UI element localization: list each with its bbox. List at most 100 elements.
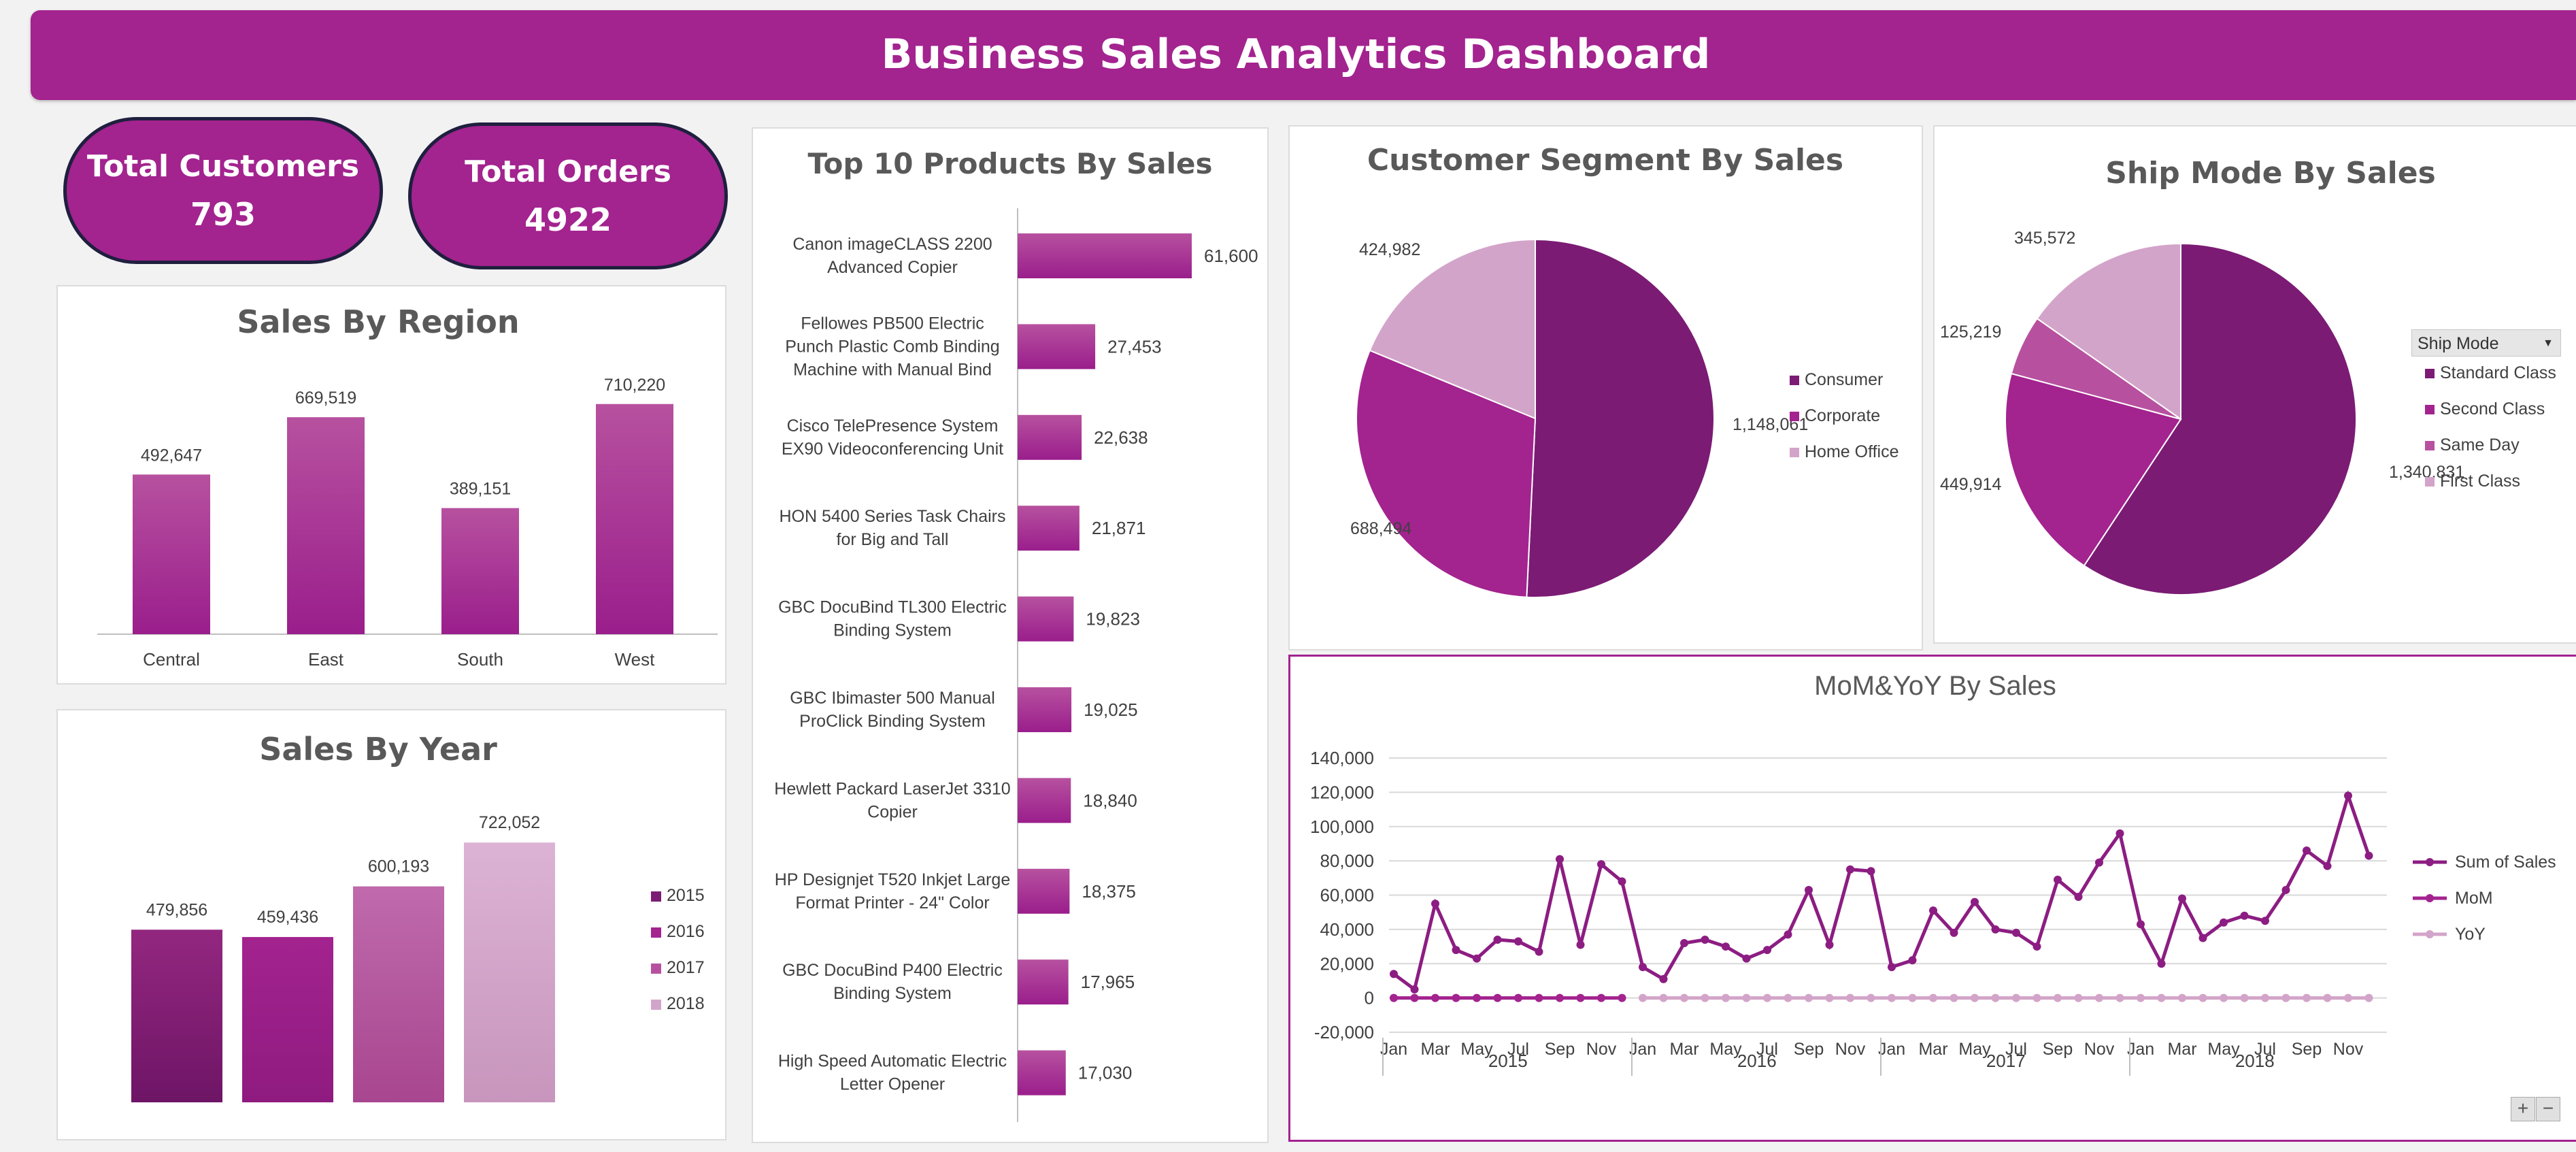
series-point — [1618, 993, 1626, 1002]
series-point — [1867, 867, 1875, 876]
legend-swatch — [1790, 376, 1799, 385]
tick-label-line: HON 5400 Series Task Chairs — [779, 507, 1005, 526]
series-point — [1431, 993, 1439, 1002]
series-point — [1452, 993, 1460, 1002]
kpi-label: Total Orders — [465, 154, 671, 189]
products-chart-panel[interactable]: Top 10 Products By Sales 61,600 Canon imag… — [752, 127, 1269, 1143]
data-label: 449,914 — [1940, 475, 2001, 494]
series-point — [2281, 993, 2290, 1002]
data-label: 19,025 — [1084, 700, 1138, 720]
dropdown-arrow-icon: ▼ — [2543, 338, 2554, 349]
ship-mode-filter-button[interactable]: Ship Mode ▼ — [2411, 329, 2561, 357]
shipmode-chart-panel[interactable]: 1,340,831 449,914 125,219 345,572 Standard C… — [1933, 125, 2576, 644]
tick-label: GBC DocuBind TL300 Electric Binding Syste… — [778, 598, 1007, 640]
y-tick-label: 0 — [1365, 988, 1374, 1008]
bar — [353, 886, 444, 1102]
legend-swatch — [651, 1000, 661, 1010]
data-label: 18,375 — [1082, 881, 1136, 902]
data-label: 600,193 — [368, 857, 429, 876]
tick-label-line: GBC DocuBind TL300 Electric — [778, 598, 1007, 617]
year-chart-panel[interactable]: Sales By Year 479,856 459,436 600,193 722,05… — [56, 709, 726, 1140]
tick-label-line: for Big and Tall — [837, 530, 949, 549]
year-bar-chart: Sales By Year 479,856 459,436 600,193 722,05… — [131, 731, 705, 1102]
tick-label-line: Format Printer - 24" Color — [795, 893, 989, 912]
legend-swatch — [1790, 412, 1799, 421]
bar — [131, 929, 222, 1102]
data-label: 17,965 — [1081, 972, 1135, 992]
series-line — [1392, 790, 2371, 993]
bar — [1018, 506, 1080, 551]
region-chart-panel[interactable]: Sales By Region 492,647 Central 669,519 East… — [56, 285, 726, 685]
legend-label: Sum of Sales — [2455, 853, 2556, 872]
tick-label: East — [308, 649, 344, 670]
series-point — [1431, 900, 1439, 908]
series-point — [1452, 946, 1460, 955]
legend-swatch — [2425, 477, 2435, 487]
series-point — [1556, 993, 1564, 1002]
data-label: 125,219 — [1940, 323, 2001, 342]
year-label: 2017 — [1986, 1051, 2026, 1071]
legend-label: 2016 — [667, 922, 705, 941]
zoom-in-button[interactable]: + — [2511, 1097, 2535, 1121]
series-point — [1763, 993, 1771, 1002]
bar — [1018, 687, 1072, 732]
tick-label: High Speed Automatic Electric Letter Open… — [778, 1052, 1007, 1094]
bar — [1018, 596, 1074, 642]
series-point — [1597, 993, 1605, 1002]
legend-label: Second Class — [2440, 399, 2545, 418]
tick-label-line: Punch Plastic Comb Binding — [785, 337, 999, 356]
tick-label: Hewlett Packard LaserJet 3310 Copier — [774, 779, 1010, 821]
kpi-value: 793 — [190, 196, 256, 233]
bar — [1018, 959, 1069, 1005]
tick-label: GBC DocuBind P400 Electric Binding System — [782, 961, 1003, 1003]
series-point — [1742, 954, 1751, 963]
series-point — [1535, 993, 1543, 1002]
zoom-out-button[interactable]: − — [2536, 1097, 2560, 1121]
series-point — [1867, 993, 1875, 1002]
y-tick-label: 140,000 — [1310, 748, 1374, 768]
series-point — [2033, 942, 2041, 951]
series-point — [2261, 993, 2269, 1002]
series-point — [1929, 906, 1937, 915]
series-point — [1805, 993, 1813, 1002]
series-point — [2137, 920, 2145, 929]
bar — [596, 404, 673, 634]
legend-label: Consumer — [1805, 370, 1883, 389]
dashboard-title: Business Sales Analytics Dashboard — [881, 31, 1711, 78]
legend-label: MoM — [2455, 889, 2493, 908]
series-point — [1908, 956, 1917, 965]
year-label: 2018 — [2235, 1051, 2275, 1071]
data-label: 61,600 — [1204, 246, 1258, 266]
kpi-value: 4922 — [524, 201, 612, 238]
series-point — [2220, 993, 2228, 1002]
series-point — [1618, 877, 1626, 886]
series-point — [2261, 917, 2269, 925]
x-tick-label: Sep — [1794, 1040, 1824, 1059]
trend-chart-panel[interactable]: MoM&YoY By Sales 140,000 120,000 100,000 80,… — [1288, 655, 2576, 1142]
series-point — [1535, 947, 1543, 956]
year-label: 2015 — [1488, 1051, 1528, 1071]
chart-title: Sales By Year — [259, 731, 497, 768]
data-label: 27,453 — [1107, 336, 1162, 357]
series-point — [2095, 993, 2103, 1002]
data-label: 19,823 — [1086, 609, 1140, 629]
x-tick-label: Nov — [1835, 1040, 1866, 1059]
series-point — [1784, 993, 1792, 1002]
pie-slice — [1526, 238, 1715, 598]
series-point — [2364, 993, 2373, 1002]
series-point — [1410, 985, 1419, 994]
series-point — [2074, 993, 2083, 1002]
segment-chart-panel[interactable]: 1,148,061 688,494 424,982 Consumer Corporate… — [1288, 125, 1923, 651]
series-point — [1784, 930, 1792, 939]
series-point — [1493, 935, 1502, 944]
tick-label: Fellowes PB500 Electric Punch Plastic Com… — [785, 314, 999, 379]
series-point — [2137, 993, 2145, 1002]
series-point — [1722, 942, 1730, 951]
kpi-label: Total Customers — [86, 149, 360, 184]
series-point — [2115, 829, 2124, 838]
series-point — [1929, 993, 1937, 1002]
series-point — [1556, 855, 1564, 863]
legend-label: Home Office — [1805, 442, 1898, 461]
tick-label-line: Advanced Copier — [827, 258, 958, 277]
kpi-total-orders: Total Orders 4922 — [408, 122, 728, 269]
